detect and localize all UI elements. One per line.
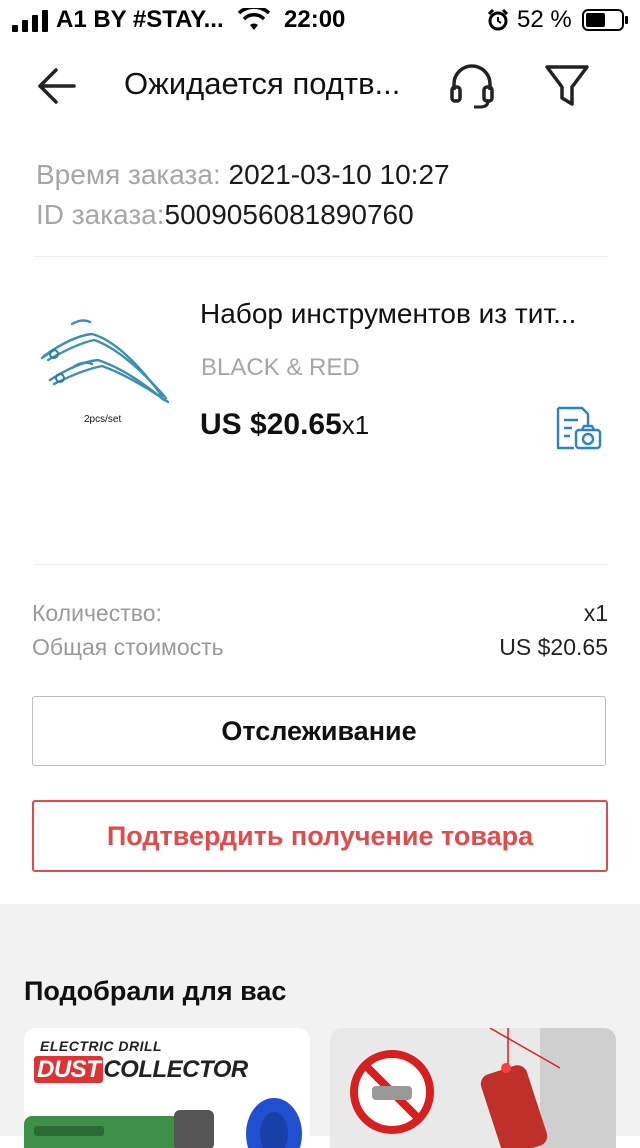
- order-id-label: ID заказа:: [36, 199, 165, 230]
- back-arrow-icon[interactable]: [30, 62, 84, 110]
- laser-level-image: [330, 1028, 616, 1148]
- card-brand-b: COLLECTOR: [103, 1056, 248, 1083]
- product-quantity: x1: [341, 410, 370, 440]
- recommendation-card-drill[interactable]: ELECTRIC DRILL DUST COLLECTOR: [24, 1028, 310, 1148]
- product-price-row: US $20.65x1: [200, 408, 369, 442]
- summary-quantity-label: Количество:: [32, 600, 162, 626]
- product-title[interactable]: Набор инструментов из тит...: [200, 298, 604, 330]
- summary-total-row: Общая стоимость US $20.65: [32, 634, 608, 668]
- product-price: US $20.65: [200, 408, 342, 441]
- card-brand: DUST COLLECTOR: [34, 1056, 248, 1084]
- alarm-icon: [487, 8, 509, 31]
- summary-total-label: Общая стоимость: [32, 634, 224, 660]
- order-time-label: Время заказа:: [36, 159, 221, 190]
- summary-total-value: US $20.65: [499, 634, 608, 660]
- recommendations-title: Подобрали для вас: [24, 976, 287, 1006]
- product-image[interactable]: 2pcs/set: [32, 300, 180, 432]
- signal-icon: [12, 10, 48, 32]
- divider: [34, 256, 608, 257]
- clock-time: 22:00: [284, 6, 346, 33]
- status-bar: A1 BY #STAY... 22:00 52 %: [0, 0, 640, 42]
- order-id-value[interactable]: 5009056081890760: [165, 199, 414, 230]
- tracking-button[interactable]: Отслеживание: [32, 696, 606, 766]
- divider: [34, 564, 608, 565]
- document-camera-icon[interactable]: [554, 404, 604, 452]
- product-image-caption: 2pcs/set: [84, 414, 121, 425]
- wifi-icon: [238, 8, 270, 30]
- battery-icon: [582, 9, 628, 31]
- card-brand-a: DUST: [34, 1056, 104, 1083]
- battery-percent: 52 %: [517, 6, 572, 33]
- recommendations-section: Подобрали для вас ELECTRIC DRILL DUST COL…: [0, 904, 640, 1148]
- summary-quantity-value: x1: [583, 600, 608, 626]
- carrier-name: A1 BY #STAY...: [56, 6, 224, 33]
- product-variant: BLACK & RED: [201, 354, 360, 381]
- page-title: Ожидается подтв...: [124, 66, 401, 101]
- app-header: Ожидается подтв...: [0, 42, 640, 132]
- confirm-receipt-button[interactable]: Подтвердить получение товара: [32, 800, 608, 872]
- headset-icon[interactable]: [446, 60, 498, 112]
- order-info: Время заказа: 2021-03-10 10:27 ID заказа…: [36, 155, 450, 235]
- recommendation-card-laser[interactable]: [330, 1028, 616, 1148]
- order-id-row: ID заказа:5009056081890760: [36, 195, 450, 235]
- summary-quantity-row: Количество: x1: [32, 600, 608, 634]
- order-time-row: Время заказа: 2021-03-10 10:27: [36, 155, 450, 195]
- order-time-value: 2021-03-10 10:27: [228, 159, 450, 190]
- card-top-text: ELECTRIC DRILL: [40, 1038, 163, 1054]
- drill-image: [24, 1098, 302, 1148]
- filter-icon[interactable]: [542, 60, 592, 112]
